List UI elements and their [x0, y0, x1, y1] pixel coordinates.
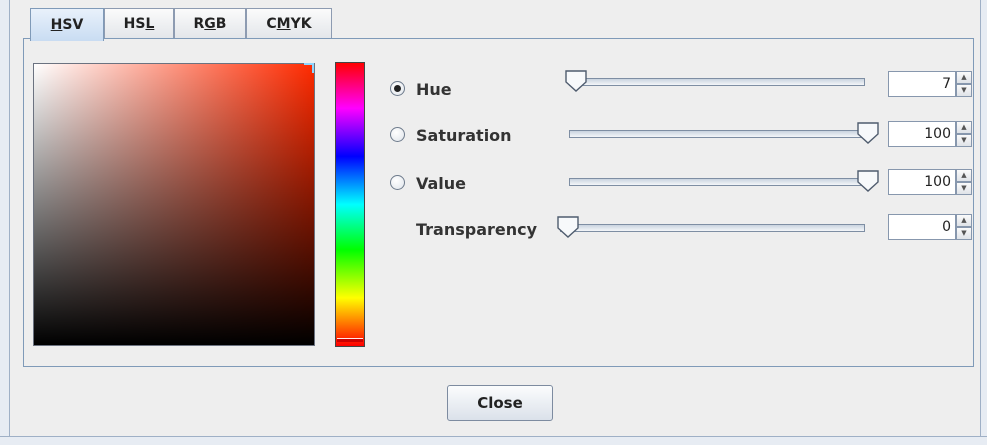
hue-label: Hue	[416, 80, 452, 99]
transparency-value-field[interactable]: 0	[888, 214, 956, 240]
saturation-decrement-button[interactable]: ▼	[956, 134, 972, 147]
tab-hsv[interactable]: HSV	[30, 8, 104, 41]
hue-slider-track[interactable]	[569, 78, 865, 86]
saturation-increment-button[interactable]: ▲	[956, 121, 972, 134]
hue-value-field[interactable]: 7	[888, 71, 956, 97]
saturation-slider-track[interactable]	[569, 130, 865, 138]
tab-hsl-label: HSL	[123, 15, 155, 32]
value-increment-button[interactable]: ▲	[956, 169, 972, 182]
value-slider-thumb[interactable]	[857, 170, 879, 192]
transparency-slider-track[interactable]	[560, 224, 865, 232]
hue-strip[interactable]	[335, 62, 365, 347]
close-button[interactable]: Close	[447, 385, 553, 421]
window-frame-left	[0, 0, 10, 438]
color-chooser-window: HSV HSL RGB CMYK Hue 7 ▲ ▼ Saturation 10…	[0, 0, 987, 445]
hue-radio[interactable]	[390, 81, 405, 96]
transparency-label: Transparency	[416, 220, 538, 239]
value-decrement-button[interactable]: ▼	[956, 182, 972, 195]
hue-spinner[interactable]: 7 ▲ ▼	[888, 71, 972, 97]
tab-rgb[interactable]: RGB	[174, 8, 246, 38]
tab-cmyk-label: CMYK	[266, 15, 312, 32]
window-frame-right	[980, 0, 987, 438]
hue-decrement-button[interactable]: ▼	[956, 84, 972, 97]
transparency-increment-button[interactable]: ▲	[956, 214, 972, 227]
value-label: Value	[416, 174, 467, 193]
tab-hsl[interactable]: HSL	[104, 8, 174, 38]
transparency-slider-thumb[interactable]	[557, 216, 579, 238]
hue-strip-marker[interactable]	[337, 338, 363, 342]
saturation-value-picker[interactable]	[33, 63, 315, 346]
saturation-spinner[interactable]: 100 ▲ ▼	[888, 121, 972, 147]
value-radio[interactable]	[390, 175, 405, 190]
transparency-spinner[interactable]: 0 ▲ ▼	[888, 214, 972, 240]
tab-rgb-label: RGB	[193, 15, 227, 32]
saturation-radio[interactable]	[390, 127, 405, 142]
saturation-value-marker[interactable]	[304, 63, 314, 73]
saturation-value-field[interactable]: 100	[888, 121, 956, 147]
value-value-field[interactable]: 100	[888, 169, 956, 195]
saturation-slider-thumb[interactable]	[857, 122, 879, 144]
hue-increment-button[interactable]: ▲	[956, 71, 972, 84]
tab-cmyk[interactable]: CMYK	[246, 8, 332, 38]
value-spinner[interactable]: 100 ▲ ▼	[888, 169, 972, 195]
transparency-decrement-button[interactable]: ▼	[956, 227, 972, 240]
hue-slider-thumb[interactable]	[565, 70, 587, 92]
value-slider-track[interactable]	[569, 178, 865, 186]
saturation-label: Saturation	[416, 126, 512, 145]
tab-hsv-label: HSV	[50, 17, 84, 33]
